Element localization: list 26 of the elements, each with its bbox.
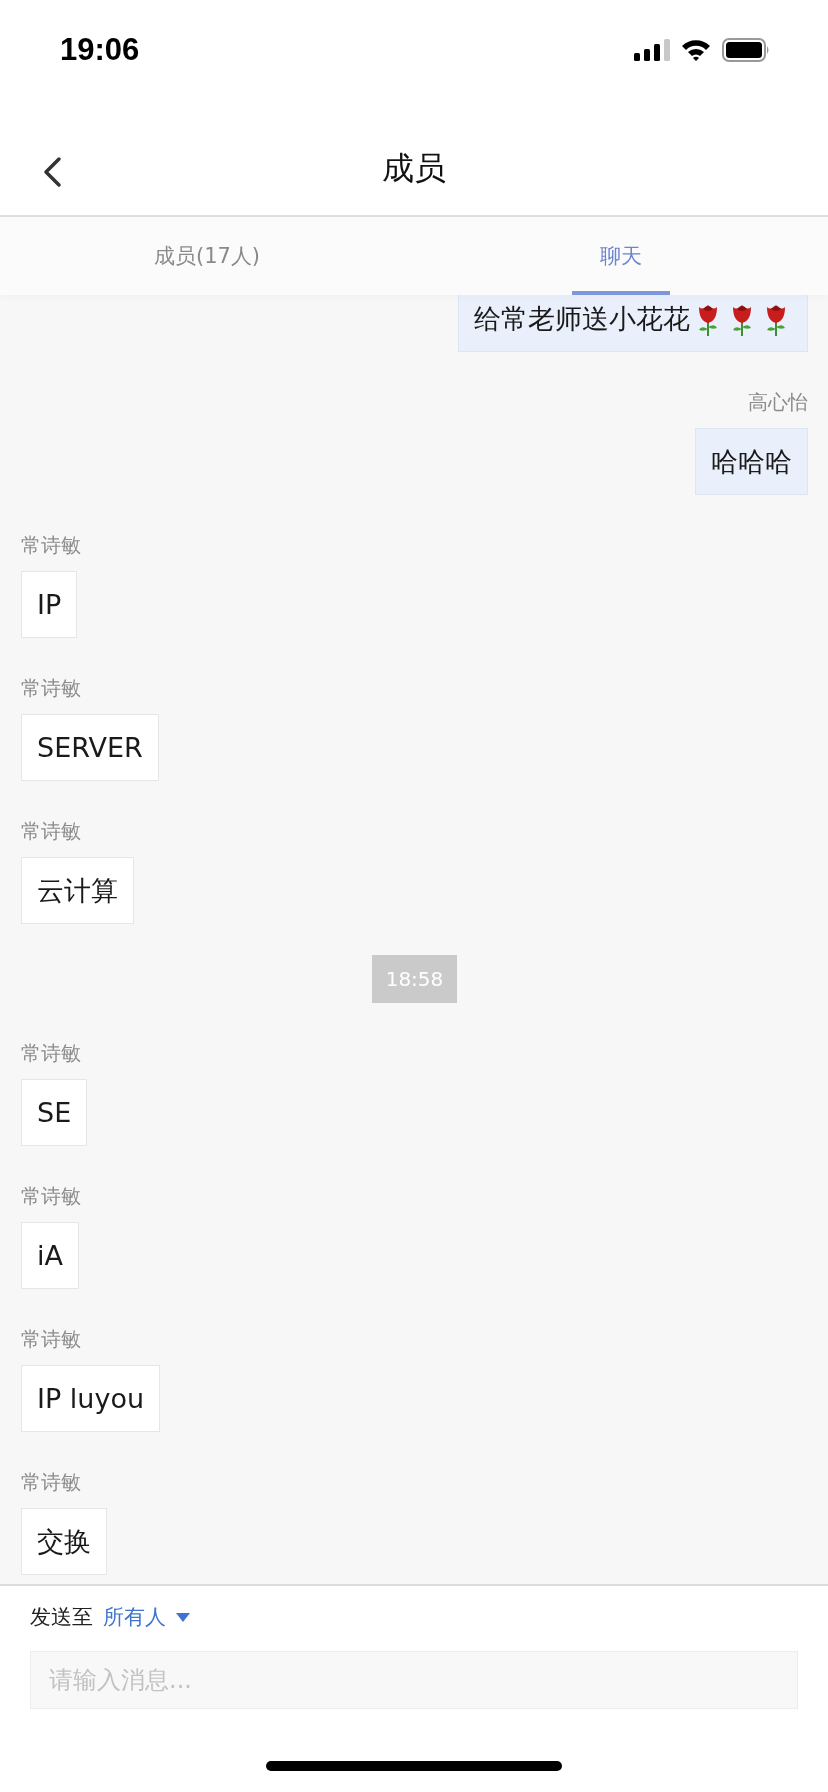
sender-name: 常诗敏	[21, 533, 81, 557]
status-time: 19:06	[60, 32, 140, 68]
send-to-label: 发送至	[30, 1604, 93, 1631]
battery-icon	[722, 38, 770, 62]
message-bubble: SERVER	[21, 714, 159, 781]
message-bubble: IP luyou	[21, 1365, 161, 1432]
page-title: 成员	[382, 147, 446, 189]
caret-icon	[176, 1612, 190, 1622]
message-bubble: SE	[21, 1079, 88, 1146]
wifi-icon	[680, 38, 712, 62]
signal-icon	[634, 39, 670, 61]
message-bubble: IP	[21, 571, 78, 638]
message-bubble: 交换	[21, 1508, 107, 1575]
tab[interactable]: 成员(17人)	[125, 217, 289, 295]
message-bubble: 哈哈哈	[695, 428, 808, 495]
sender-name: 高心怡	[748, 390, 808, 414]
message-bubble: iA	[21, 1222, 79, 1289]
sender-name: 常诗敏	[21, 1327, 81, 1351]
recipient-dropdown[interactable]: 所有人	[103, 1603, 190, 1631]
sender-name: 常诗敏	[21, 1470, 81, 1494]
sender-name: 常诗敏	[21, 676, 81, 700]
message-bubble: 给常老师送小花花	[458, 295, 808, 352]
message-bubble: 云计算	[21, 857, 134, 924]
sender-name: 常诗敏	[21, 1184, 81, 1208]
sender-name: 常诗敏	[21, 1041, 81, 1065]
sender-name: 常诗敏	[21, 819, 81, 843]
